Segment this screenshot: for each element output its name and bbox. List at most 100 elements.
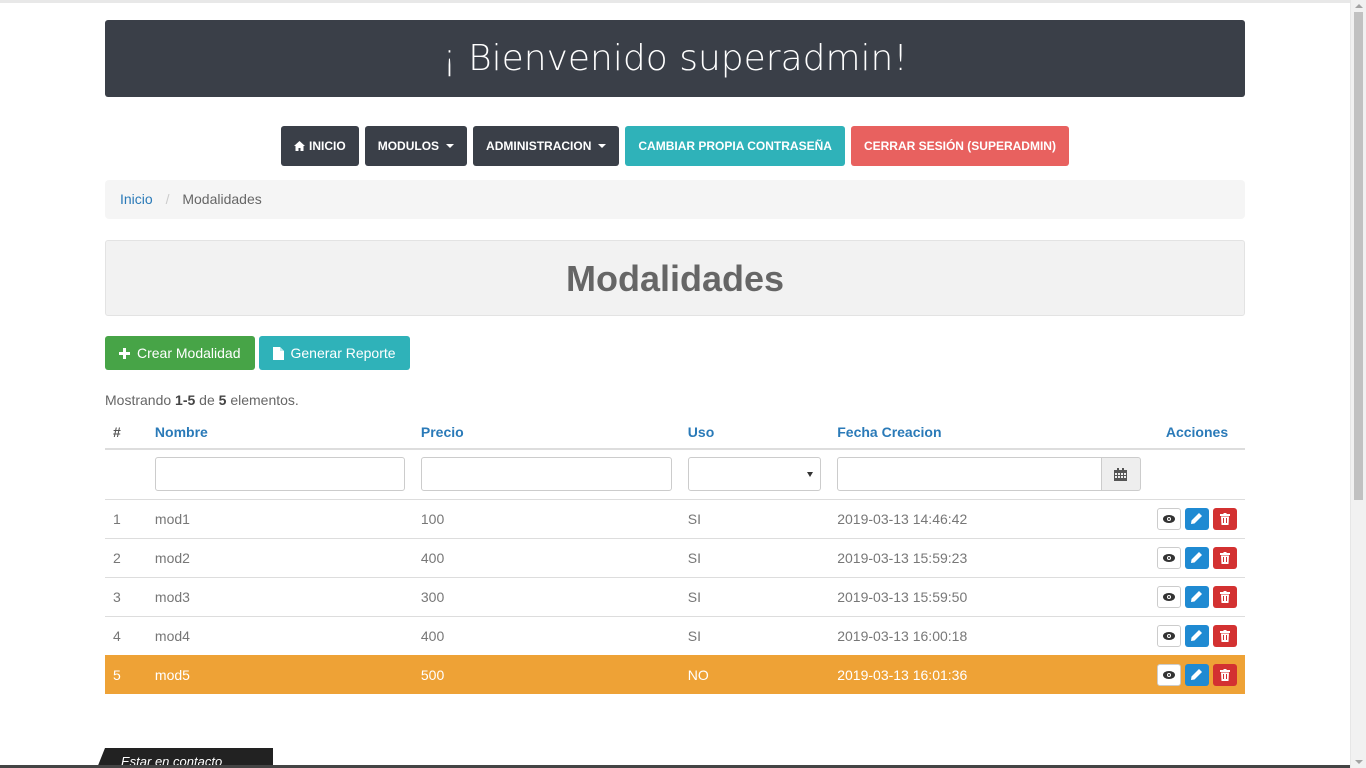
view-button[interactable]	[1156, 585, 1181, 608]
column-header-precio[interactable]: Precio	[412, 415, 680, 450]
trash-icon	[1219, 590, 1230, 603]
fecha-filter-input[interactable]	[837, 457, 1102, 492]
filter-cell-fecha	[829, 449, 1149, 500]
create-modalidad-button[interactable]: Crear Modalidad	[105, 336, 255, 370]
trash-icon	[1219, 668, 1230, 681]
edit-button[interactable]	[1184, 585, 1209, 608]
pencil-icon	[1191, 630, 1203, 641]
cell-nombre: mod4	[146, 615, 413, 655]
delete-button[interactable]	[1212, 546, 1237, 569]
vertical-scrollbar[interactable]	[1350, 0, 1366, 768]
breadcrumb: Inicio / Modalidades	[105, 180, 1245, 219]
summary-prefix: Mostrando	[105, 392, 172, 408]
cell-number: 3	[105, 576, 147, 616]
uso-filter-select[interactable]	[687, 457, 822, 492]
cell-uso: NO	[679, 654, 830, 694]
pencil-icon	[1191, 591, 1203, 602]
cell-precio: 400	[412, 537, 680, 577]
breadcrumb-current: Modalidades	[182, 191, 262, 207]
filter-cell-uso	[679, 449, 830, 500]
nav-modulos-dropdown[interactable]: MODULOS	[364, 126, 468, 166]
edit-button[interactable]	[1184, 507, 1209, 530]
nav-modulos-label: MODULOS	[377, 139, 440, 153]
calendar-button[interactable]	[1101, 457, 1141, 492]
generate-report-button[interactable]: Generar Reporte	[258, 336, 410, 370]
plus-icon	[119, 347, 130, 359]
column-header-number: #	[105, 415, 147, 450]
action-buttons: Crear Modalidad Generar Reporte	[105, 336, 410, 370]
trash-icon	[1219, 551, 1230, 564]
table-row: 1 mod1 100 SI 2019-03-13 14:46:42	[105, 498, 1245, 538]
trash-icon	[1219, 512, 1230, 525]
results-summary: Mostrando 1-5 de 5 elementos.	[105, 392, 299, 408]
cell-acciones	[1148, 537, 1245, 577]
caret-down-icon	[446, 144, 455, 148]
view-button[interactable]	[1156, 624, 1181, 647]
filter-cell-acciones	[1148, 449, 1245, 500]
edit-button[interactable]	[1184, 546, 1209, 569]
cell-acciones	[1148, 654, 1245, 694]
view-button[interactable]	[1156, 507, 1181, 530]
file-icon	[272, 346, 284, 360]
cell-number: 1	[105, 498, 147, 538]
modalidades-table: # Nombre Precio Uso Fecha Creacion Accio…	[105, 415, 1245, 694]
view-button[interactable]	[1156, 546, 1181, 569]
logout-button[interactable]: CERRAR SESIÓN (SUPERADMIN)	[850, 126, 1069, 166]
filter-cell-precio	[412, 449, 680, 500]
cell-number: 4	[105, 615, 147, 655]
summary-total: 5	[218, 392, 227, 408]
column-header-fecha[interactable]: Fecha Creacion	[829, 415, 1149, 450]
cell-number: 5	[105, 654, 147, 694]
cell-precio: 100	[412, 498, 680, 538]
delete-button[interactable]	[1212, 507, 1237, 530]
pencil-icon	[1191, 552, 1203, 563]
summary-of: de	[199, 392, 215, 408]
edit-button[interactable]	[1184, 663, 1209, 686]
page-title-box: Modalidades	[105, 240, 1245, 316]
create-modalidad-label: Crear Modalidad	[137, 345, 241, 361]
cell-nombre: mod3	[146, 576, 413, 616]
nav-inicio-label: INICIO	[309, 139, 346, 153]
logout-label: CERRAR SESIÓN (SUPERADMIN)	[863, 139, 1056, 153]
delete-button[interactable]	[1212, 585, 1237, 608]
pencil-icon	[1191, 669, 1203, 681]
cell-precio: 300	[412, 576, 680, 616]
scrollbar-thumb[interactable]	[1354, 12, 1363, 500]
column-header-nombre[interactable]: Nombre	[146, 415, 413, 450]
scroll-up-icon[interactable]	[1355, 4, 1363, 8]
top-border	[0, 0, 1350, 3]
breadcrumb-separator: /	[165, 191, 170, 207]
breadcrumb-home-link[interactable]: Inicio	[120, 191, 153, 207]
select-arrow-icon	[807, 472, 814, 478]
filter-cell-nombre	[146, 449, 413, 500]
cell-uso: SI	[679, 576, 830, 616]
page-title: Modalidades	[565, 258, 785, 299]
table-row: 4 mod4 400 SI 2019-03-13 16:00:18	[105, 615, 1245, 655]
eye-icon	[1162, 553, 1175, 562]
fecha-filter-group	[837, 457, 1141, 492]
eye-icon	[1162, 670, 1175, 679]
nav-inicio-button[interactable]: INICIO	[281, 126, 359, 166]
change-password-button[interactable]: CAMBIAR PROPIA CONTRASEÑA	[625, 126, 845, 166]
column-header-uso[interactable]: Uso	[679, 415, 830, 450]
home-icon	[294, 141, 306, 151]
cell-fecha: 2019-03-13 16:00:18	[829, 615, 1149, 655]
delete-button[interactable]	[1212, 624, 1237, 647]
eye-icon	[1162, 631, 1175, 640]
summary-suffix: elementos.	[230, 392, 299, 408]
view-button[interactable]	[1156, 663, 1181, 686]
cell-nombre: mod2	[146, 537, 413, 577]
cell-uso: SI	[679, 537, 830, 577]
nav-administracion-dropdown[interactable]: ADMINISTRACION	[473, 126, 620, 166]
nombre-filter-input[interactable]	[154, 457, 405, 492]
welcome-banner: ¡ Bienvenido superadmin!	[105, 20, 1245, 97]
precio-filter-input[interactable]	[420, 457, 672, 492]
nav-administracion-label: ADMINISTRACION	[486, 139, 592, 153]
cell-acciones	[1148, 498, 1245, 538]
cell-acciones	[1148, 576, 1245, 616]
calendar-icon	[1114, 467, 1128, 481]
edit-button[interactable]	[1184, 624, 1209, 647]
scroll-down-icon[interactable]	[1355, 760, 1363, 764]
delete-button[interactable]	[1212, 663, 1237, 686]
eye-icon	[1162, 514, 1175, 523]
